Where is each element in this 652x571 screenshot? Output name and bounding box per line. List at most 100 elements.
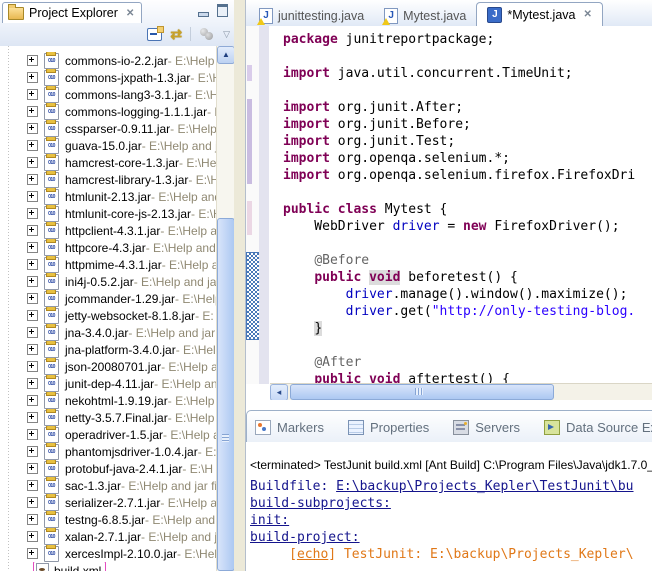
maximize-button[interactable]: [217, 4, 228, 22]
expand-icon[interactable]: [27, 497, 38, 508]
tree-item[interactable]: 010 httpclient-4.3.1.jar - E:\Help a: [0, 222, 234, 239]
tree-item[interactable]: 010 httpcore-4.3.jar - E:\Help and: [0, 239, 234, 256]
expand-icon[interactable]: [27, 225, 38, 236]
code-line: WebDriver driver = new FirefoxDriver();: [283, 219, 620, 234]
tree-item[interactable]: 010 xercesImpl-2.10.0.jar - E:\Hel: [0, 545, 234, 562]
expand-icon[interactable]: [27, 123, 38, 134]
tree-item[interactable]: 010 commons-lang3-3.1.jar - E:\He: [0, 86, 234, 103]
expand-icon[interactable]: [27, 531, 38, 542]
expand-icon[interactable]: [27, 429, 38, 440]
tree-item[interactable]: 010 htmlunit-2.13.jar - E:\Help and: [0, 188, 234, 205]
scroll-left-icon[interactable]: ◂: [270, 384, 288, 400]
scroll-up-icon[interactable]: ▲: [217, 46, 234, 64]
expand-icon[interactable]: [27, 514, 38, 525]
bottom-view-tab-bar: Markers Properties Servers Data Source Expl…: [246, 410, 652, 443]
expand-icon[interactable]: [27, 208, 38, 219]
tree-item[interactable]: 010 sac-1.3.jar - E:\Help and jar fil: [0, 477, 234, 494]
close-icon[interactable]: ✕: [126, 8, 134, 19]
tree-item[interactable]: 010 commons-jxpath-1.3.jar - E:\H: [0, 69, 234, 86]
expand-icon[interactable]: [27, 446, 38, 457]
project-explorer-tab[interactable]: Project Explorer ✕: [2, 2, 143, 23]
expand-icon[interactable]: [27, 259, 38, 270]
gears-icon[interactable]: [199, 28, 215, 40]
expand-icon[interactable]: [27, 327, 38, 338]
editor-tab[interactable]: Jjunittesting.java: [249, 5, 374, 26]
bottom-tab-data-source-explorer[interactable]: Data Source Explorer: [544, 419, 652, 435]
tree-item[interactable]: 010 xalan-2.7.1.jar - E:\Help and j: [0, 528, 234, 545]
view-menu-icon[interactable]: ▽: [223, 29, 230, 39]
project-explorer-icon: [8, 3, 24, 20]
console-hyperlink[interactable]: build-project:: [250, 530, 360, 545]
expand-icon[interactable]: [27, 480, 38, 491]
expand-icon[interactable]: [27, 412, 38, 423]
expand-icon[interactable]: [27, 174, 38, 185]
expand-icon[interactable]: [27, 72, 38, 83]
code-line: }: [314, 321, 323, 336]
expand-icon[interactable]: [27, 276, 38, 287]
expand-icon[interactable]: [27, 140, 38, 151]
bottom-tab-markers[interactable]: Markers: [255, 419, 324, 435]
tree-item[interactable]: 010 htmlunit-core-js-2.13.jar - E:\H: [0, 205, 234, 222]
scrollbar-thumb[interactable]: [290, 384, 554, 400]
console-hyperlink[interactable]: echo: [297, 547, 328, 562]
tree-item[interactable]: 010 httpmime-4.3.1.jar - E:\Help a: [0, 256, 234, 273]
tree-item[interactable]: 010 protobuf-java-2.4.1.jar - E:\H: [0, 460, 234, 477]
console-view[interactable]: <terminated> TestJunit build.xml [Ant Bu…: [246, 442, 652, 571]
tree-item[interactable]: 010 cssparser-0.9.11.jar - E:\Help: [0, 120, 234, 137]
tree-item[interactable]: 010 commons-io-2.2.jar - E:\Help a: [0, 52, 234, 69]
close-icon[interactable]: ✕: [583, 9, 591, 20]
bottom-tab-servers[interactable]: Servers: [453, 419, 520, 435]
tree-item[interactable]: 010 jetty-websocket-8.1.8.jar - E:: [0, 307, 234, 324]
tree-item[interactable]: 010 jna-3.4.0.jar - E:\Help and jar: [0, 324, 234, 341]
tree-item[interactable]: 010 hamcrest-core-1.3.jar - E:\Hel: [0, 154, 234, 171]
expand-icon[interactable]: [27, 344, 38, 355]
link-with-editor-icon[interactable]: ⇄: [170, 27, 182, 41]
expand-icon[interactable]: [27, 242, 38, 253]
panel-sash[interactable]: [234, 0, 245, 571]
tree-item[interactable]: 010 json-20080701.jar - E:\Help ar: [0, 358, 234, 375]
project-explorer-tree[interactable]: 010 commons-io-2.2.jar - E:\Help a 010 comm…: [0, 46, 234, 571]
tree-item[interactable]: 010 testng-6.8.5.jar - E:\Help and: [0, 511, 234, 528]
expand-icon[interactable]: [27, 106, 38, 117]
console-hyperlink[interactable]: E:\backup\Projects_Kepler\TestJunit\bu: [336, 479, 633, 494]
minimize-button[interactable]: [198, 4, 209, 22]
console-hyperlink[interactable]: build-subprojects:: [250, 496, 391, 511]
expand-icon[interactable]: [27, 548, 38, 559]
editor-tab[interactable]: J *Mytest.java ✕: [476, 2, 603, 27]
expand-icon[interactable]: [27, 378, 38, 389]
console-hyperlink[interactable]: init:: [250, 513, 289, 528]
expand-icon[interactable]: [27, 361, 38, 372]
tree-item[interactable]: 010 netty-3.5.7.Final.jar - E:\Help: [0, 409, 234, 426]
collapse-all-icon[interactable]: [147, 25, 165, 41]
tree-item[interactable]: 010 hamcrest-library-1.3.jar - E:\H: [0, 171, 234, 188]
expand-icon[interactable]: [27, 55, 38, 66]
expand-icon[interactable]: [27, 191, 38, 202]
tree-item[interactable]: 010 operadriver-1.5.jar - E:\Help a: [0, 426, 234, 443]
tree-item[interactable]: 010 junit-dep-4.11.jar - E:\Help an: [0, 375, 234, 392]
expand-icon[interactable]: [27, 293, 38, 304]
expand-icon[interactable]: [27, 463, 38, 474]
tree-item[interactable]: 010 jcommander-1.29.jar - E:\Help: [0, 290, 234, 307]
bottom-tab-properties[interactable]: Properties: [347, 419, 429, 435]
scrollbar-thumb[interactable]: [217, 218, 234, 571]
editor-hscrollbar[interactable]: ◂: [270, 383, 652, 400]
tree-item[interactable]: 010 ini4j-0.5.2.jar - E:\Help and jar: [0, 273, 234, 290]
tree-scrollbar[interactable]: ▲: [216, 46, 234, 571]
expand-icon[interactable]: [27, 395, 38, 406]
tree-item[interactable]: 010 phantomjsdriver-1.0.4.jar - E:: [0, 443, 234, 460]
servers-icon: [453, 419, 470, 435]
tree-item[interactable]: 010 commons-logging-1.1.1.jar - E: [0, 103, 234, 120]
tree-item-selected[interactable]: build.xml: [0, 562, 234, 571]
code-area[interactable]: package junitreportpackage; import java.u…: [269, 26, 652, 389]
expand-icon[interactable]: [27, 157, 38, 168]
expand-icon[interactable]: [27, 310, 38, 321]
tree-item[interactable]: 010 jna-platform-3.4.0.jar - E:\Hel: [0, 341, 234, 358]
console-output: Buildfile: E:\backup\Projects_Kepler\Tes…: [250, 478, 652, 563]
tree-item[interactable]: 010 serializer-2.7.1.jar - E:\Help ar: [0, 494, 234, 511]
tree-item[interactable]: 010 guava-15.0.jar - E:\Help and j: [0, 137, 234, 154]
expand-icon[interactable]: [27, 89, 38, 100]
tree-item[interactable]: 010 nekohtml-1.9.19.jar - E:\Help: [0, 392, 234, 409]
annotation-ruler[interactable]: [246, 26, 260, 384]
java-editor[interactable]: package junitreportpackage; import java.u…: [246, 26, 652, 400]
editor-tab[interactable]: J Mytest.java: [374, 5, 476, 26]
